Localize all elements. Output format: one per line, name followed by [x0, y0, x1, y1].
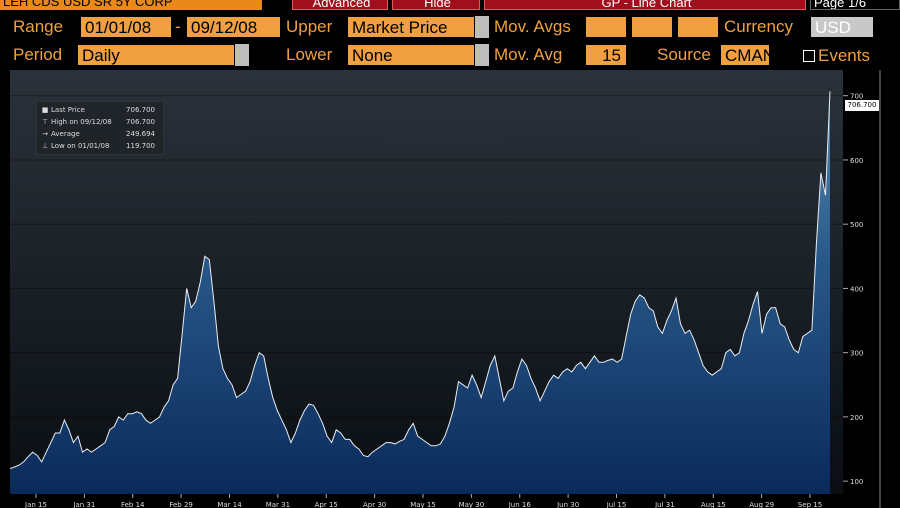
x-tick-label: Jul 15 [606, 501, 627, 508]
currency-field[interactable]: USD [810, 16, 874, 38]
chart-controls: Range 01/01/08 - 09/12/08 Upper Market P… [0, 10, 900, 70]
mov-avgs-label: Mov. Avgs [494, 17, 571, 36]
low-marker-icon: ⊥ [41, 142, 49, 150]
hide-button[interactable]: Hide [392, 0, 480, 10]
mov-avg-field-2[interactable] [631, 16, 673, 38]
x-tick-label: Jun 30 [556, 501, 579, 508]
legend-label: High on 09/12/08 [51, 118, 112, 126]
lower-label: Lower [286, 45, 333, 64]
legend-label: Last Price [51, 106, 85, 114]
mov-avg-field-1[interactable] [585, 16, 627, 38]
average-marker-icon: → [42, 130, 48, 138]
events-checkbox[interactable] [803, 50, 815, 62]
lower-field[interactable]: None [347, 44, 475, 66]
period-field[interactable]: Daily [77, 44, 235, 66]
x-tick-label: Feb 14 [121, 501, 145, 508]
x-tick-label: Sep 15 [798, 501, 822, 508]
y-tick-label: 600 [850, 157, 863, 165]
x-tick-label: Mar 31 [266, 501, 290, 508]
range-label: Range [13, 17, 64, 36]
x-tick-label: May 30 [459, 501, 485, 508]
upper-dropdown[interactable] [475, 16, 489, 38]
last-price-tag: 706.700 [845, 100, 879, 111]
range-dash: - [175, 17, 181, 36]
events-label: Events [818, 46, 870, 65]
square-icon: ■ [41, 106, 49, 114]
legend-value: 119.700 [126, 142, 155, 150]
currency-label: Currency [724, 17, 793, 36]
legend-low: ⊥ Low on 01/01/08 119.700 [41, 140, 159, 152]
mov-avg-value-field[interactable]: 15 [585, 44, 627, 66]
source-field[interactable]: CMAN [720, 44, 770, 66]
x-axis-ticks: Jan 15 Jan 31 Feb 14 Feb 29 Mar 14 Mar 31 Apr … [24, 494, 822, 508]
range-start-field[interactable]: 01/01/08 [80, 16, 172, 38]
advanced-button[interactable]: Advanced [292, 0, 388, 10]
lower-dropdown[interactable] [475, 44, 489, 66]
y-tick-label: 500 [850, 221, 863, 229]
x-tick-label: Jan 15 [24, 501, 47, 508]
legend-value: 249.694 [126, 130, 155, 138]
source-label: Source [657, 45, 711, 64]
period-dropdown[interactable] [235, 44, 249, 66]
x-tick-label: May 15 [410, 501, 436, 508]
x-tick-label: Jan 31 [72, 501, 95, 508]
y-tick-label: 300 [850, 350, 863, 358]
legend-value: 706.700 [126, 106, 155, 114]
high-marker-icon: ⊤ [41, 118, 49, 126]
x-tick-label: Jun 16 [508, 501, 532, 508]
y-tick-label: 200 [850, 414, 863, 422]
page-indicator[interactable]: Page 1/6 [810, 0, 900, 10]
chart-type-title[interactable]: GP - Line Chart [484, 0, 806, 10]
legend-box: ■ Last Price 706.700 ⊤ High on 09/12/08 … [36, 101, 164, 155]
mov-avg-label: Mov. Avg [494, 45, 563, 64]
y-axis-ticks: 100200300400500600700 [843, 70, 881, 508]
x-tick-label: Feb 29 [169, 501, 193, 508]
x-tick-label: Aug 29 [749, 501, 774, 508]
y-tick-label: 400 [850, 285, 863, 293]
period-label: Period [13, 45, 63, 64]
x-tick-label: Jul 31 [654, 501, 675, 508]
legend-value: 706.700 [126, 118, 155, 126]
range-end-field[interactable]: 09/12/08 [186, 16, 281, 38]
mov-avg-field-3[interactable] [677, 16, 719, 38]
x-tick-label: Apr 15 [315, 501, 338, 508]
x-tick-label: Aug 15 [701, 501, 726, 508]
legend-last-price: ■ Last Price 706.700 [41, 104, 159, 116]
upper-field[interactable]: Market Price [347, 16, 475, 38]
legend-high: ⊤ High on 09/12/08 706.700 [41, 116, 159, 128]
legend-average: → Average 249.694 [41, 128, 159, 140]
y-tick-label: 100 [850, 478, 863, 486]
upper-label: Upper [286, 17, 333, 36]
legend-label: Low on 01/01/08 [51, 142, 110, 150]
security-title: LEH CDS USD SR 5Y CORP [0, 0, 262, 10]
legend-label: Average [51, 130, 80, 138]
x-tick-label: Mar 14 [217, 501, 242, 508]
x-tick-label: Apr 30 [363, 501, 386, 508]
top-tab-bar: LEH CDS USD SR 5Y CORP Advanced Hide GP … [0, 0, 900, 10]
